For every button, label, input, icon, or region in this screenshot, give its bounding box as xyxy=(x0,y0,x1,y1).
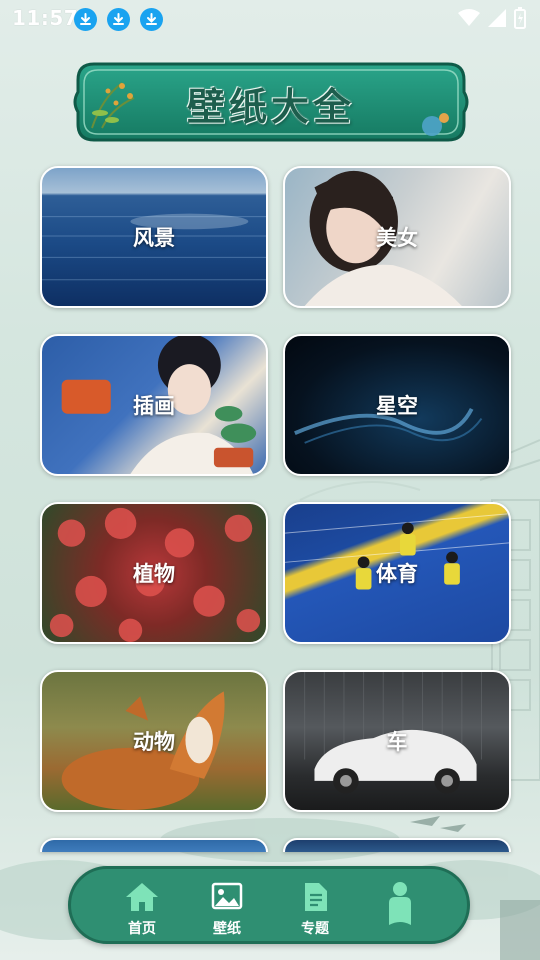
category-label: 动物 xyxy=(133,730,175,754)
nav-label: 壁纸 xyxy=(213,921,241,937)
category-card-beauty[interactable]: 美女 xyxy=(283,166,511,308)
category-card-cars[interactable]: 车 xyxy=(283,670,511,812)
category-card-sports[interactable]: 体育 xyxy=(283,502,511,644)
category-label: 插画 xyxy=(133,394,175,418)
category-label: 植物 xyxy=(133,562,175,586)
category-card-illustration[interactable]: 插画 xyxy=(40,334,268,476)
category-card-scenery[interactable]: 风景 xyxy=(40,166,268,308)
status-time: 11:57 xyxy=(12,6,79,30)
home-icon xyxy=(126,883,158,911)
nav-item-topics[interactable]: 专题 xyxy=(280,879,350,939)
nav-item-profile[interactable] xyxy=(365,879,435,939)
image-icon xyxy=(211,882,243,910)
download-icon xyxy=(140,8,163,31)
page-title: 壁纸大全 xyxy=(186,84,355,129)
nav-item-home[interactable]: 首页 xyxy=(107,879,177,939)
download-icon xyxy=(107,8,130,31)
nav-label: 首页 xyxy=(128,921,156,937)
category-card-animals[interactable]: 动物 xyxy=(40,670,268,812)
wifi-icon xyxy=(458,9,480,26)
category-card-plants[interactable]: 植物 xyxy=(40,502,268,644)
category-card-partial[interactable] xyxy=(283,838,511,852)
title-banner: 壁纸大全 xyxy=(72,58,470,146)
category-label: 车 xyxy=(386,730,408,754)
signal-icon xyxy=(488,9,506,27)
category-label: 体育 xyxy=(376,562,418,586)
status-bar: 11:57 xyxy=(0,0,540,38)
category-label: 美女 xyxy=(376,226,418,250)
battery-charging-icon xyxy=(514,7,526,29)
category-card-partial[interactable] xyxy=(40,838,268,852)
category-label: 风景 xyxy=(133,226,175,250)
person-icon xyxy=(389,882,411,925)
category-label: 星空 xyxy=(376,394,418,418)
bottom-navigation: 首页 壁纸 专题 xyxy=(68,866,470,944)
nav-item-wallpaper[interactable]: 壁纸 xyxy=(192,879,262,939)
nav-label: 专题 xyxy=(301,921,329,937)
category-card-starry-sky[interactable]: 星空 xyxy=(283,334,511,476)
download-icon xyxy=(74,8,97,31)
document-icon xyxy=(305,883,327,911)
